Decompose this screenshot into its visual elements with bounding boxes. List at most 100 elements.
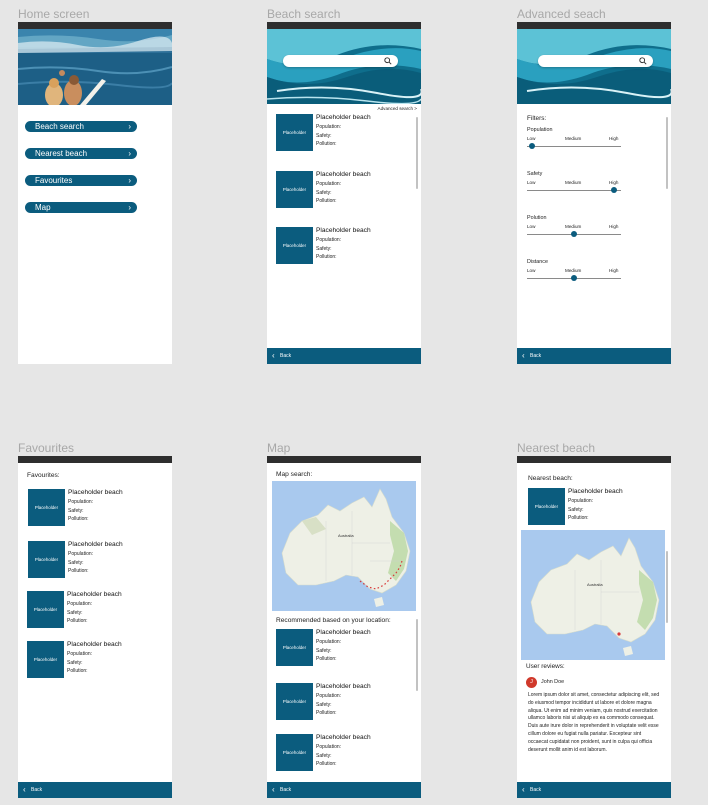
magnifier-icon[interactable]: [384, 57, 392, 65]
australia-map[interactable]: Australia: [272, 481, 416, 611]
beach-card[interactable]: Placeholder Placeholder beach Population…: [528, 488, 668, 528]
nearest-beach-button[interactable]: Nearest beach ›: [25, 148, 137, 159]
beach-card[interactable]: Placeholder Placeholder beach Population…: [276, 683, 416, 723]
slider-track[interactable]: [527, 190, 621, 191]
filter-name-distance: Distance: [527, 259, 548, 265]
search-input[interactable]: [538, 55, 653, 67]
map-country-label: Australia: [587, 582, 603, 587]
beach-thumbnail: Placeholder: [276, 114, 313, 151]
back-button[interactable]: Back: [31, 787, 42, 793]
australia-map[interactable]: Australia: [521, 530, 665, 660]
scrollbar[interactable]: [666, 551, 668, 623]
map-button[interactable]: Map ›: [25, 202, 137, 213]
scrollbar[interactable]: [666, 117, 668, 189]
beach-card[interactable]: Placeholder Placeholder beach Population…: [276, 629, 416, 669]
chevron-right-icon: ›: [128, 149, 131, 158]
scrollbar[interactable]: [416, 619, 418, 691]
slider-handle[interactable]: [571, 275, 577, 281]
beach-card[interactable]: Placeholder Placeholder beach Population…: [276, 227, 416, 267]
pollution-label: Pollution:: [67, 618, 88, 624]
slider-track[interactable]: [527, 146, 621, 147]
low-label: Low: [527, 136, 536, 141]
home-screen: Beach search › Nearest beach › Favourite…: [18, 22, 172, 364]
beach-card[interactable]: Placeholder Placeholder beach Population…: [276, 734, 416, 774]
beach-card[interactable]: Placeholder Placeholder beach Population…: [28, 541, 168, 581]
map-screen: Map search: Australia Recommended based …: [267, 456, 421, 798]
chevron-left-icon[interactable]: ‹: [522, 351, 525, 360]
low-label: Low: [527, 268, 536, 273]
population-label: Population:: [316, 124, 342, 130]
map-search-heading: Map search:: [276, 471, 313, 478]
search-input[interactable]: [283, 55, 398, 67]
slider-handle[interactable]: [571, 231, 577, 237]
recommended-heading: Recommended based on your location:: [276, 617, 391, 624]
back-bar: ‹ Back: [267, 782, 421, 798]
population-label: Population:: [67, 601, 93, 607]
chevron-right-icon: ›: [128, 203, 131, 212]
chevron-left-icon[interactable]: ‹: [522, 785, 525, 794]
back-button[interactable]: Back: [280, 787, 291, 793]
beach-thumbnail: Placeholder: [276, 629, 313, 666]
chevron-left-icon[interactable]: ‹: [272, 785, 275, 794]
user-reviews-heading: User reviews:: [526, 663, 565, 670]
status-bar: [18, 456, 172, 463]
beach-thumbnail: Placeholder: [276, 227, 313, 264]
beach-name: Placeholder beach: [316, 114, 371, 121]
beach-thumbnail: Placeholder: [27, 591, 64, 628]
medium-label: Medium: [565, 136, 582, 141]
pollution-label: Pollution:: [68, 516, 89, 522]
back-button[interactable]: Back: [280, 353, 291, 359]
filter-name-polution: Polution: [527, 215, 547, 221]
beach-name: Placeholder beach: [316, 227, 371, 234]
beach-thumbnail: Placeholder: [28, 489, 65, 526]
population-label: Population:: [568, 498, 594, 504]
back-bar: ‹ Back: [517, 782, 671, 798]
beach-card[interactable]: Placeholder Placeholder beach Population…: [276, 114, 416, 154]
slider-handle[interactable]: [611, 187, 618, 193]
safety-label: Safety:: [316, 190, 332, 196]
beach-search-button[interactable]: Beach search ›: [25, 121, 137, 132]
beach-search-screen: Advanced search > Placeholder Placeholde…: [267, 22, 421, 364]
magnifier-icon[interactable]: [639, 57, 647, 65]
avatar: J: [526, 677, 537, 688]
favourites-button[interactable]: Favourites ›: [25, 175, 137, 186]
beach-card[interactable]: Placeholder Placeholder beach Population…: [27, 591, 167, 631]
frame-title-map: Map: [267, 441, 291, 455]
low-label: Low: [527, 180, 536, 185]
map-label: Map: [35, 203, 51, 212]
chevron-left-icon[interactable]: ‹: [23, 785, 26, 794]
safety-label: Safety:: [568, 507, 584, 513]
status-bar: [267, 456, 421, 463]
beach-card[interactable]: Placeholder Placeholder beach Population…: [27, 641, 167, 681]
beach-name: Placeholder beach: [316, 734, 371, 741]
beach-name: Placeholder beach: [67, 641, 122, 648]
population-label: Population:: [67, 651, 93, 657]
back-bar: ‹ Back: [517, 348, 671, 364]
safety-label: Safety:: [316, 702, 332, 708]
beach-thumbnail: Placeholder: [27, 641, 64, 678]
slider-handle[interactable]: [528, 143, 535, 149]
frame-title-advanced: Advanced seach: [517, 7, 606, 21]
frame-title-beach-search: Beach search: [267, 7, 341, 21]
favourites-screen: Favourites: Placeholder Placeholder beac…: [18, 456, 172, 798]
population-label: Population:: [316, 639, 342, 645]
high-label: High: [609, 224, 619, 229]
pollution-label: Pollution:: [568, 515, 589, 521]
advanced-search-link[interactable]: Advanced search >: [378, 106, 417, 111]
frame-title-favourites: Favourites: [18, 441, 75, 455]
back-button[interactable]: Back: [530, 353, 541, 359]
beach-name: Placeholder beach: [68, 489, 123, 496]
nearest-beach-screen: Nearest beach: Placeholder Placeholder b…: [517, 456, 671, 798]
pollution-label: Pollution:: [316, 254, 337, 260]
pollution-label: Pollution:: [68, 568, 89, 574]
chevron-left-icon[interactable]: ‹: [272, 351, 275, 360]
back-button[interactable]: Back: [530, 787, 541, 793]
beach-card[interactable]: Placeholder Placeholder beach Population…: [28, 489, 168, 529]
reviewer-name: John Doe: [541, 679, 565, 685]
scrollbar[interactable]: [416, 117, 418, 189]
population-label: Population:: [316, 237, 342, 243]
beach-card[interactable]: Placeholder Placeholder beach Population…: [276, 171, 416, 211]
medium-label: Medium: [565, 268, 582, 273]
pollution-label: Pollution:: [316, 710, 337, 716]
filter-name-safety: Safety: [527, 171, 543, 177]
